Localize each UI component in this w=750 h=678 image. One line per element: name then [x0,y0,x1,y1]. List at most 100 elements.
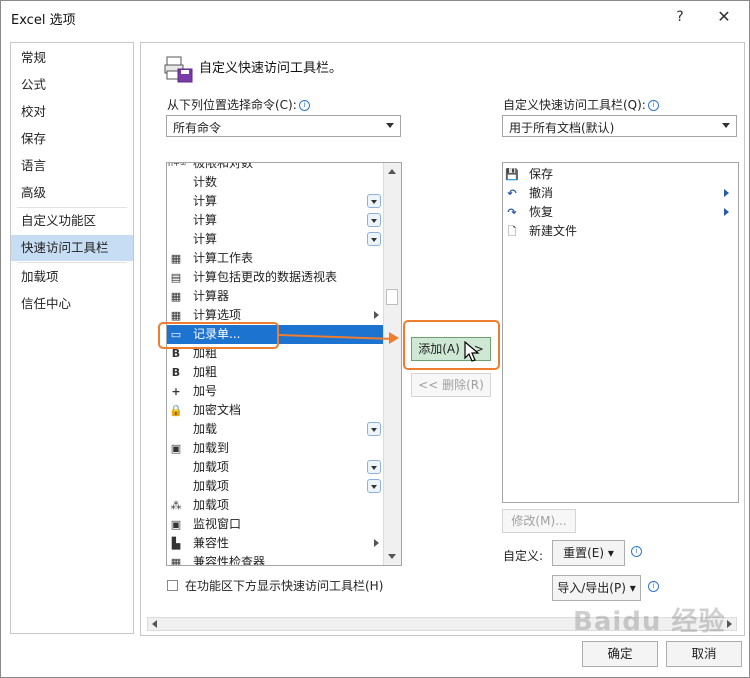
nav-item-trust-center[interactable]: 信任中心 [11,291,133,317]
reset-button[interactable]: 重置(E) ▾ [552,540,625,566]
list-item[interactable]: ▤ 计算包括更改的数据透视表 [167,268,384,287]
commands-list[interactable]: n+∞ 极限和对数 计数 计算 计算 计算 ▦ 计算工作表 ▤ 计算包括更改的数据透视… [166,162,402,566]
customize-qat-label: 自定义快速访问工具栏(Q): i [503,96,659,113]
submenu-arrow-icon [724,208,729,216]
info-icon: i [647,100,659,111]
nav-item-add-ins[interactable]: 加载项 [11,264,133,290]
qat-item-new-file[interactable]: 🗋 新建文件 [503,222,738,241]
scroll-up-icon [388,169,396,174]
scroll-left-icon [152,620,157,628]
chevron-down-icon [722,123,730,128]
calculator-icon: ▦ [170,290,182,303]
compatibility-icon: ▙ [171,537,181,550]
qat-settings-panel: 自定义快速访问工具栏。 从下列位置选择命令(C): i 所有命令 自定义快速访问工… [140,42,745,636]
list-item[interactable]: B 加粗 [167,363,384,382]
list-item[interactable]: ▣ 加载到 [167,439,384,458]
calculate-sheet-icon: ▦ [170,252,182,265]
remove-button[interactable]: << 删除(R) [411,373,491,397]
watermark: Baidu 经验 [573,607,726,637]
dropdown-icon [367,232,381,246]
customize-label: 自定义: [503,549,544,563]
list-item[interactable]: + 加号 [167,382,384,401]
list-item[interactable]: 加载项 [167,477,384,496]
dropdown-icon [367,194,381,208]
nav-item-proofing[interactable]: 校对 [11,99,133,125]
info-icon: i [298,100,310,111]
calculation-options-icon: ▦ [170,309,182,322]
submenu-arrow-icon [374,539,379,547]
scroll-down-icon [388,554,396,559]
list-item[interactable]: ▦ 计算工作表 [167,249,384,268]
customize-qat-select[interactable]: 用于所有文档(默认) [502,115,737,137]
scroll-thumb [386,289,398,305]
new-file-icon: 🗋 [507,225,517,238]
limit-icon: n+∞ [168,162,187,168]
compatibility-checker-icon: ▦ [170,556,182,566]
submenu-arrow-icon [374,311,379,319]
add-ins-icon: ⁂ [170,499,182,512]
choose-commands-label: 从下列位置选择命令(C): i [167,96,310,113]
qat-item-redo[interactable]: ↷ 恢复 [503,203,738,222]
qat-item-save[interactable]: 💾 保存 [503,165,738,184]
title-bar: Excel 选项 ? ✕ [1,1,749,33]
nav-item-advanced[interactable]: 高级 [11,180,133,206]
watch-window-icon: ▣ [170,518,182,531]
mouse-cursor-icon [464,341,480,362]
selected-item-highlight [158,322,279,349]
plus-icon: + [171,385,181,398]
list-item[interactable]: 计算 [167,230,384,249]
ok-button[interactable]: 确定 [582,641,658,667]
choose-commands-select[interactable]: 所有命令 [166,115,401,137]
dropdown-icon [367,460,381,474]
nav-item-formulas[interactable]: 公式 [11,72,133,98]
nav-divider [17,262,127,263]
commands-scrollbar[interactable] [383,163,401,565]
show-below-ribbon-label: 在功能区下方显示快速访问工具栏(H) [185,579,384,593]
load-to-icon: ▣ [170,442,182,455]
list-item[interactable]: ▙ 兼容性 [167,534,384,553]
list-item[interactable]: 加载项 [167,458,384,477]
dropdown-icon [367,213,381,227]
modify-button[interactable]: 修改(M)... [502,509,576,533]
list-item[interactable]: 计算 [167,192,384,211]
nav-item-quick-access-toolbar[interactable]: 快速访问工具栏 [11,235,133,261]
options-nav: 常规 公式 校对 保存 语言 高级 自定义功能区 快速访问工具栏 加载项 信任中… [10,42,134,634]
list-item[interactable]: ▣ 监视窗口 [167,515,384,534]
dropdown-icon [367,422,381,436]
redo-icon: ↷ [507,206,517,219]
encrypt-document-icon: 🔒 [169,404,183,417]
quick-access-toolbar-icon [164,56,193,83]
import-export-button[interactable]: 导入/导出(P) ▾ [552,575,641,601]
arrow-right-icon [389,332,399,344]
commands-list-rows: n+∞ 极限和对数 计数 计算 计算 计算 ▦ 计算工作表 ▤ 计算包括更改的数据透视… [167,162,384,566]
nav-item-general[interactable]: 常规 [11,45,133,71]
list-item[interactable]: n+∞ 极限和对数 [167,162,384,173]
chevron-down-icon [386,123,394,128]
bold-icon: B [171,366,181,379]
page-title: 自定义快速访问工具栏。 [199,61,343,76]
scroll-right-icon [727,620,732,628]
close-button[interactable]: ✕ [709,4,739,30]
list-item[interactable]: ▦ 兼容性检查器 [167,553,384,566]
submenu-arrow-icon [724,189,729,197]
qat-item-undo[interactable]: ↶ 撤消 [503,184,738,203]
qat-commands-list[interactable]: 💾 保存 ↶ 撤消 ↷ 恢复 🗋 新建文件 [502,162,739,503]
info-icon: i [631,546,642,557]
cancel-button[interactable]: 取消 [666,641,742,667]
nav-item-customize-ribbon[interactable]: 自定义功能区 [11,208,133,234]
list-item[interactable]: ⁂ 加载项 [167,496,384,515]
excel-options-dialog: Excel 选项 ? ✕ 常规 公式 校对 保存 语言 高级 自定义功能区 快速… [0,0,750,678]
show-below-ribbon-checkbox[interactable] [167,580,178,591]
list-item[interactable]: 计数 [167,173,384,192]
pivot-table-icon: ▤ [170,271,182,284]
window-title: Excel 选项 [11,13,76,28]
list-item[interactable]: 🔒 加密文档 [167,401,384,420]
help-button[interactable]: ? [665,4,695,30]
list-item[interactable]: ▦ 计算器 [167,287,384,306]
nav-item-save[interactable]: 保存 [11,126,133,152]
info-icon: i [648,581,659,592]
nav-item-language[interactable]: 语言 [11,153,133,179]
undo-icon: ↶ [507,187,517,200]
list-item[interactable]: 计算 [167,211,384,230]
list-item[interactable]: 加载 [167,420,384,439]
